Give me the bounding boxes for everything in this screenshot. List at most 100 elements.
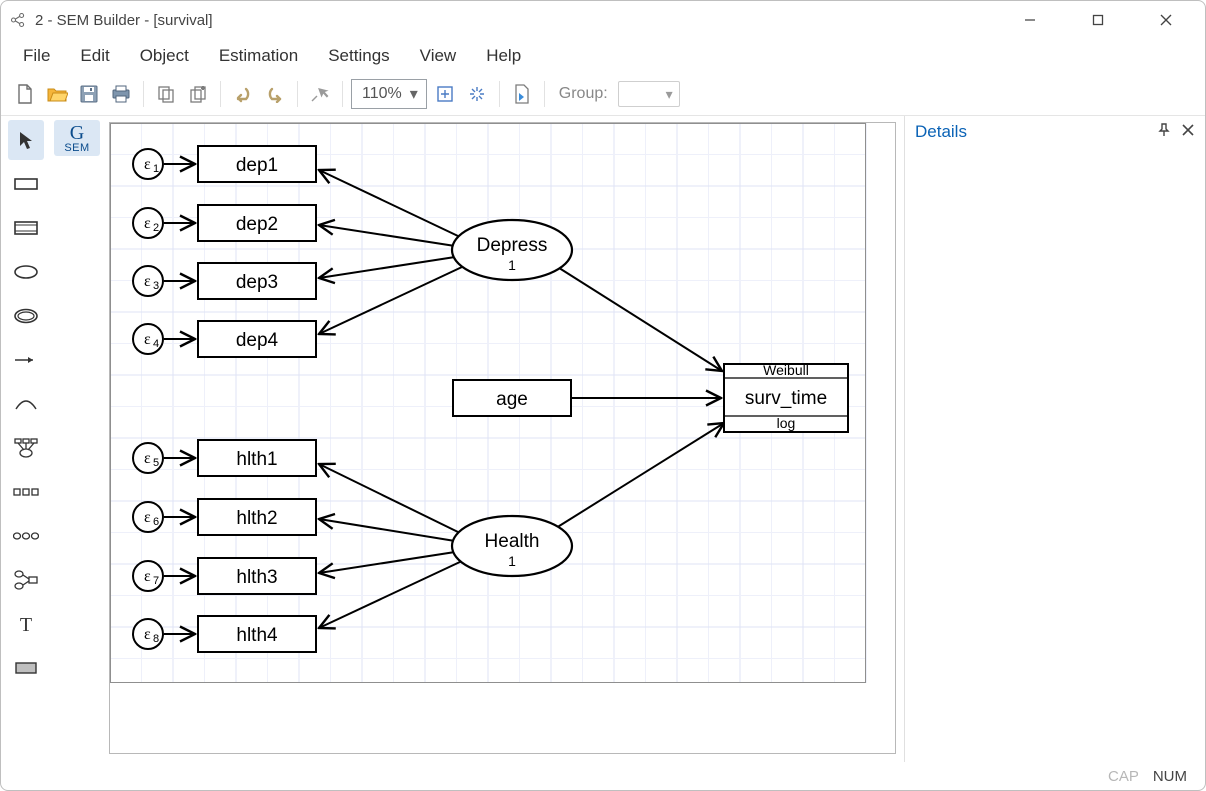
error-term-e4[interactable]: ε4 xyxy=(133,324,163,354)
details-title: Details xyxy=(915,122,967,142)
error-term-e8[interactable]: ε8 xyxy=(133,619,163,649)
menu-estimation[interactable]: Estimation xyxy=(207,42,310,70)
main-toolbar: 110% ▾ Group: ▾ xyxy=(1,73,1205,116)
fit-page-icon[interactable] xyxy=(431,80,459,108)
gsem-mode-button[interactable]: G SEM xyxy=(54,120,100,156)
svg-text:T: T xyxy=(20,614,32,634)
latent-health[interactable]: Health 1 xyxy=(452,516,572,576)
svg-text:4: 4 xyxy=(153,338,159,350)
tool-observed-gsem-rect-icon[interactable] xyxy=(8,208,44,248)
menu-edit[interactable]: Edit xyxy=(68,42,121,70)
svg-text:surv_time: surv_time xyxy=(745,388,827,409)
diagram-canvas[interactable]: ε1 ε2 ε3 ε4 ε5 ε6 ε7 ε8 dep1 dep2 dep3 d… xyxy=(103,116,904,762)
tool-latent-set-icon[interactable] xyxy=(8,516,44,556)
title-bar: 2 - SEM Builder - [survival] xyxy=(1,1,1205,39)
observed-hlth3[interactable]: hlth3 xyxy=(198,558,316,594)
undo-icon[interactable] xyxy=(229,80,257,108)
svg-text:ε: ε xyxy=(144,568,151,585)
svg-text:5: 5 xyxy=(153,457,159,469)
copy-icon[interactable] xyxy=(152,80,180,108)
observed-hlth2[interactable]: hlth2 xyxy=(198,499,316,535)
tool-observed-set-icon[interactable] xyxy=(8,472,44,512)
tool-area-icon[interactable] xyxy=(8,648,44,688)
tool-select[interactable] xyxy=(8,120,44,160)
latent-depress[interactable]: Depress 1 xyxy=(452,220,572,280)
pin-icon[interactable] xyxy=(1157,122,1171,142)
tool-latent-double-ellipse-icon[interactable] xyxy=(8,296,44,336)
tool-measurement-tree-icon[interactable] xyxy=(8,428,44,468)
svg-text:1: 1 xyxy=(508,257,516,273)
redo-icon[interactable] xyxy=(261,80,289,108)
observed-hlth4[interactable]: hlth4 xyxy=(198,616,316,652)
status-bar: CAP NUM xyxy=(1,762,1205,790)
save-icon[interactable] xyxy=(75,80,103,108)
svg-text:dep3: dep3 xyxy=(236,272,278,293)
observed-age[interactable]: age xyxy=(453,380,571,416)
run-estimate-icon[interactable] xyxy=(508,80,536,108)
error-term-e6[interactable]: ε6 xyxy=(133,502,163,532)
svg-text:Health: Health xyxy=(485,531,540,552)
outcome-surv-time[interactable]: Weibull surv_time log xyxy=(724,362,848,432)
menu-object[interactable]: Object xyxy=(128,42,201,70)
maximize-button[interactable] xyxy=(1079,7,1117,33)
builder-mode-palette: G SEM xyxy=(51,116,103,762)
svg-text:hlth1: hlth1 xyxy=(236,449,277,470)
tool-observed-rect-icon[interactable] xyxy=(8,164,44,204)
menu-help[interactable]: Help xyxy=(474,42,533,70)
observed-dep3[interactable]: dep3 xyxy=(198,263,316,299)
status-num: NUM xyxy=(1153,768,1187,785)
zoom-select[interactable]: 110% ▾ xyxy=(351,79,427,109)
app-icon xyxy=(9,11,27,29)
close-button[interactable] xyxy=(1147,7,1185,33)
svg-text:ε: ε xyxy=(144,273,151,290)
svg-text:ε: ε xyxy=(144,215,151,232)
tool-covariance-icon[interactable] xyxy=(8,384,44,424)
minimize-button[interactable] xyxy=(1011,7,1049,33)
fit-width-icon[interactable] xyxy=(463,80,491,108)
print-icon[interactable] xyxy=(107,80,135,108)
menu-view[interactable]: View xyxy=(408,42,469,70)
window-title: 2 - SEM Builder - [survival] xyxy=(35,12,213,29)
svg-text:3: 3 xyxy=(153,280,159,292)
observed-dep4[interactable]: dep4 xyxy=(198,321,316,357)
svg-text:hlth4: hlth4 xyxy=(236,625,278,646)
menu-settings[interactable]: Settings xyxy=(316,42,401,70)
svg-text:1: 1 xyxy=(153,163,159,175)
tool-regression-icon[interactable] xyxy=(8,560,44,600)
chevron-down-icon: ▾ xyxy=(666,86,673,103)
error-term-e7[interactable]: ε7 xyxy=(133,561,163,591)
menu-file[interactable]: File xyxy=(11,42,62,70)
svg-text:dep4: dep4 xyxy=(236,330,279,351)
new-file-icon[interactable] xyxy=(11,80,39,108)
error-term-e5[interactable]: ε5 xyxy=(133,443,163,473)
svg-text:Depress: Depress xyxy=(477,235,548,256)
zoom-value: 110% xyxy=(362,85,402,103)
tool-palette: T xyxy=(1,116,51,762)
observed-dep1[interactable]: dep1 xyxy=(198,146,316,182)
svg-text:dep1: dep1 xyxy=(236,155,278,176)
error-term-e2[interactable]: ε2 xyxy=(133,208,163,238)
svg-text:ε: ε xyxy=(144,450,151,467)
tool-latent-ellipse-icon[interactable] xyxy=(8,252,44,292)
svg-text:2: 2 xyxy=(153,222,159,234)
error-term-e1[interactable]: ε1 xyxy=(133,149,163,179)
svg-text:dep2: dep2 xyxy=(236,214,278,235)
svg-text:ε: ε xyxy=(144,156,151,173)
tool-path-icon[interactable] xyxy=(8,340,44,380)
pointer-break-icon[interactable] xyxy=(306,80,334,108)
gsem-g-label: G xyxy=(70,123,84,143)
close-panel-icon[interactable] xyxy=(1181,122,1195,142)
paste-icon[interactable] xyxy=(184,80,212,108)
svg-text:hlth2: hlth2 xyxy=(236,508,277,529)
tool-text-icon[interactable]: T xyxy=(8,604,44,644)
svg-text:ε: ε xyxy=(144,331,151,348)
observed-hlth1[interactable]: hlth1 xyxy=(198,440,316,476)
error-term-e3[interactable]: ε3 xyxy=(133,266,163,296)
observed-dep2[interactable]: dep2 xyxy=(198,205,316,241)
svg-text:age: age xyxy=(496,389,528,410)
group-select[interactable]: ▾ xyxy=(618,81,680,107)
gsem-sem-label: SEM xyxy=(64,143,89,154)
chevron-down-icon: ▾ xyxy=(410,84,418,104)
svg-text:7: 7 xyxy=(153,575,159,587)
open-file-icon[interactable] xyxy=(43,80,71,108)
